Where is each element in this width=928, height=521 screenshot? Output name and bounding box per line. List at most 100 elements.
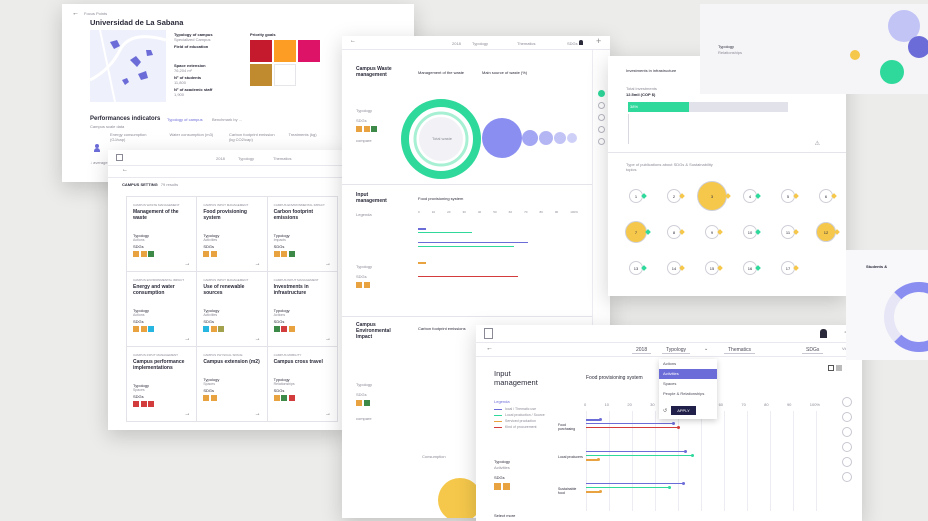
- nav-circle[interactable]: [842, 427, 852, 437]
- arrow-right-icon[interactable]: →: [184, 336, 190, 342]
- chart-bar-end: [672, 422, 676, 425]
- chart-bar[interactable]: [586, 419, 600, 421]
- setting-card[interactable]: CAMPUS ENVIRONMENTAL IMPACT Carbon footpr…: [267, 197, 338, 272]
- rail-dot[interactable]: [598, 126, 605, 133]
- back-arrow-icon[interactable]: ←: [350, 38, 356, 44]
- setting-card[interactable]: CAMPUS ENVIRONMENTAL IMPACT Energy and wa…: [127, 272, 198, 347]
- year-select[interactable]: 2018: [632, 347, 652, 354]
- typology-select[interactable]: Typology: [662, 347, 691, 354]
- arrow-right-icon[interactable]: →: [184, 261, 190, 267]
- chart-bar[interactable]: [586, 459, 598, 461]
- year-select[interactable]: 2018: [452, 41, 461, 46]
- sdg-circle-number: 14: [671, 265, 677, 271]
- apply-button[interactable]: APPLY: [671, 406, 696, 415]
- user-icon[interactable]: [579, 40, 583, 45]
- chevron-down-icon[interactable]: ⌄: [704, 346, 708, 352]
- nav-circle[interactable]: [842, 412, 852, 422]
- tab-benchmark[interactable]: Benchmark by ...: [212, 117, 242, 122]
- rail-dot[interactable]: [598, 114, 605, 121]
- chart-bar[interactable]: [586, 487, 669, 488]
- sdg-row: [356, 282, 370, 288]
- sdgs-select[interactable]: SDGs: [567, 41, 578, 46]
- sdg-tile[interactable]: [274, 40, 296, 62]
- setting-title: Campus extension (m2): [203, 359, 260, 365]
- select-more[interactable]: Select more: [494, 513, 515, 518]
- input-title-2: management: [494, 378, 538, 387]
- list-icon[interactable]: [836, 365, 842, 371]
- back-arrow-icon[interactable]: ←: [72, 10, 79, 17]
- sort-label[interactable]: ↓ average: [90, 160, 108, 165]
- dropdown-option[interactable]: People & Relationships: [659, 389, 717, 399]
- year-select[interactable]: 2018: [216, 156, 225, 161]
- sdg-circle[interactable]: 7: [625, 221, 647, 243]
- list-icon[interactable]: [484, 328, 493, 339]
- sdg-circle[interactable]: 3: [697, 181, 727, 211]
- legend-swatch: [494, 414, 502, 416]
- legend-swatch: [494, 408, 502, 410]
- arrow-right-icon[interactable]: →: [255, 411, 261, 417]
- setting-card[interactable]: CAMPUS INPUT MANAGEMENT Food provisioning…: [197, 197, 268, 272]
- thematics-select[interactable]: Thematics: [273, 156, 291, 161]
- chart-bar[interactable]: [586, 451, 685, 452]
- grid-icon[interactable]: [116, 154, 123, 161]
- arrow-right-icon[interactable]: →: [255, 261, 261, 267]
- setting-card[interactable]: CAMPUS MOBILITY Campus cross travel Typolo…: [267, 347, 338, 422]
- axis-tick: 90: [786, 402, 792, 407]
- setting-card[interactable]: CAMPUS PHYSICAL SPACE Campus extension (m…: [197, 347, 268, 422]
- setting-card[interactable]: CAMPUS WASTE MANAGEMENT Management of the…: [127, 197, 198, 272]
- back-arrow-icon[interactable]: ←: [122, 167, 128, 173]
- sdg-circle-number: 8: [672, 229, 676, 235]
- sdg-circle[interactable]: 12: [816, 222, 836, 242]
- arrow-right-icon[interactable]: →: [325, 261, 331, 267]
- breadcrumb[interactable]: Focus Points: [84, 11, 107, 16]
- arrow-right-icon[interactable]: →: [184, 411, 190, 417]
- sdgs-select[interactable]: SDGs: [802, 347, 824, 354]
- rail-dot[interactable]: [598, 138, 605, 145]
- sdg-tile[interactable]: [250, 64, 272, 86]
- rail-dot[interactable]: [598, 102, 605, 109]
- chart-bar[interactable]: [586, 491, 600, 493]
- sdg-row: [203, 326, 260, 332]
- sdg-badge: [210, 326, 217, 332]
- sdg-tile[interactable]: [250, 40, 272, 62]
- back-arrow-icon[interactable]: ←: [486, 345, 493, 352]
- grid-icon[interactable]: [828, 365, 834, 371]
- chart-bar[interactable]: [586, 455, 692, 456]
- tab-campus[interactable]: Typology of campus: [167, 117, 203, 122]
- nav-circle[interactable]: [842, 442, 852, 452]
- sdg-row: [203, 251, 260, 257]
- nav-circle[interactable]: [842, 397, 852, 407]
- sdg-circle-number: 13: [633, 265, 639, 271]
- chart-bar[interactable]: [586, 423, 674, 424]
- map-shapes: [90, 30, 166, 102]
- nav-circle[interactable]: [842, 457, 852, 467]
- typology-select[interactable]: Typology: [472, 41, 488, 46]
- dropdown-option[interactable]: Actions: [659, 359, 717, 369]
- setting-card[interactable]: CAMPUS INPUT MANAGEMENT Use of renewable …: [197, 272, 268, 347]
- plus-icon[interactable]: +: [596, 36, 601, 46]
- sdg-tile[interactable]: [274, 64, 296, 86]
- dropdown-option[interactable]: Spaces: [659, 379, 717, 389]
- setting-card[interactable]: CAMPUS INPUT MANAGEMENT Investments in in…: [267, 272, 338, 347]
- invest-total-label: Total investments: [626, 86, 657, 91]
- arrow-right-icon[interactable]: →: [255, 336, 261, 342]
- chart-bar[interactable]: [586, 427, 678, 428]
- chart-expand-icon[interactable]: ⚠: [815, 140, 820, 147]
- arrow-right-icon[interactable]: →: [325, 336, 331, 342]
- invest-total-value: 12.5mil (COP $): [626, 92, 656, 97]
- arrow-right-icon[interactable]: →: [325, 411, 331, 417]
- rail-dot-active[interactable]: [598, 90, 605, 97]
- setting-card[interactable]: CAMPUS INPUT MANAGEMENT Campus performanc…: [127, 347, 198, 422]
- compare-toggle[interactable]: compare: [356, 138, 372, 143]
- thematics-select[interactable]: Thematics: [724, 347, 756, 354]
- chart-bar[interactable]: [586, 483, 683, 484]
- campus-map[interactable]: [90, 30, 166, 102]
- sdg-tile[interactable]: [298, 40, 320, 62]
- nav-circle[interactable]: [842, 472, 852, 482]
- user-icon[interactable]: [820, 329, 827, 338]
- compare-toggle[interactable]: compare: [356, 416, 372, 421]
- typology-select[interactable]: Typology: [238, 156, 254, 161]
- dropdown-option[interactable]: Activities: [659, 369, 717, 379]
- reset-icon[interactable]: ↺: [663, 408, 667, 414]
- thematics-select[interactable]: Thematics: [517, 41, 535, 46]
